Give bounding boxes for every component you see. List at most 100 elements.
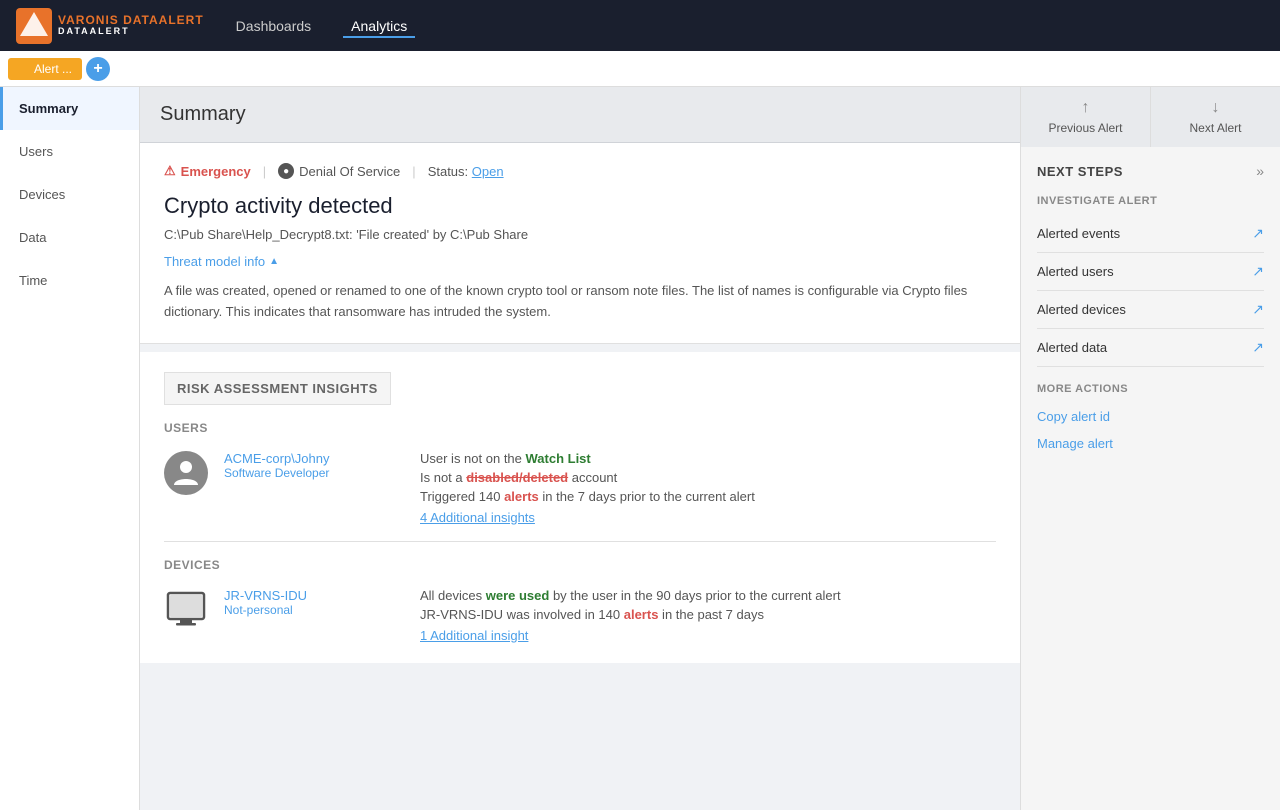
involved-highlight: alerts bbox=[624, 607, 659, 622]
device-used-info: All devices were used by the user in the… bbox=[420, 588, 996, 603]
risk-section-title: RISK ASSESSMENT INSIGHTS bbox=[164, 372, 391, 405]
device-additional-insight[interactable]: 1 Additional insight bbox=[420, 628, 996, 643]
threat-model-arrow-icon: ▲ bbox=[269, 256, 279, 267]
alert-badges-row: Emergency | ● Denial Of Service | Status… bbox=[164, 163, 996, 179]
sidebar-item-devices[interactable]: Devices bbox=[0, 173, 139, 216]
next-steps-title: NEXT STEPS bbox=[1037, 164, 1123, 179]
sidebar-item-summary[interactable]: Summary bbox=[0, 87, 139, 130]
section-divider bbox=[164, 541, 996, 542]
sidebar-item-time[interactable]: Time bbox=[0, 259, 139, 302]
disabled-highlight: disabled/deleted bbox=[466, 470, 568, 485]
external-link-icon-users: ↗ bbox=[1252, 263, 1264, 280]
next-steps-header: NEXT STEPS » bbox=[1037, 163, 1264, 179]
used-highlight: were used bbox=[486, 588, 550, 603]
next-alert-button[interactable]: ↓ Next Alert bbox=[1151, 87, 1280, 147]
involved-post: in the past 7 days bbox=[658, 607, 764, 622]
alerted-events-label: Alerted events bbox=[1037, 226, 1120, 241]
expand-icon[interactable]: » bbox=[1256, 163, 1264, 179]
tab-alert[interactable]: Alert ... bbox=[8, 58, 82, 80]
prev-label: Previous Alert bbox=[1048, 121, 1122, 135]
alert-panel: Emergency | ● Denial Of Service | Status… bbox=[140, 143, 1020, 344]
nav-analytics[interactable]: Analytics bbox=[343, 14, 415, 38]
user-role[interactable]: Software Developer bbox=[224, 466, 404, 480]
alert-type-label: Denial Of Service bbox=[299, 164, 400, 179]
device-name[interactable]: JR-VRNS-IDU bbox=[224, 588, 404, 603]
user-name[interactable]: ACME-corp\Johny bbox=[224, 451, 404, 466]
alert-title: Crypto activity detected bbox=[164, 193, 996, 219]
tab-label: Alert ... bbox=[34, 62, 72, 76]
user-avatar bbox=[164, 451, 208, 495]
nav-dashboards[interactable]: Dashboards bbox=[228, 14, 320, 38]
dos-icon: ● bbox=[278, 163, 294, 179]
copy-alert-id-link[interactable]: Copy alert id bbox=[1037, 403, 1264, 430]
external-link-icon-events: ↗ bbox=[1252, 225, 1264, 242]
alert-path: C:\Pub Share\Help_Decrypt8.txt: 'File cr… bbox=[164, 227, 996, 242]
watchlist-pre: User is not on the bbox=[420, 451, 526, 466]
main-content: Summary Emergency | ● Denial Of Service … bbox=[140, 87, 1020, 810]
alerted-devices-label: Alerted devices bbox=[1037, 302, 1126, 317]
more-actions-label: MORE ACTIONS bbox=[1037, 383, 1264, 395]
status-value[interactable]: Open bbox=[472, 164, 504, 179]
status-prefix: Status: bbox=[428, 164, 468, 179]
next-arrow-icon: ↓ bbox=[1212, 99, 1220, 117]
triggered-info: Triggered 140 alerts in the 7 days prior… bbox=[420, 489, 996, 504]
user-info: ACME-corp\Johny Software Developer bbox=[224, 451, 404, 480]
tab-color-indicator bbox=[18, 64, 28, 74]
user-avatar-icon bbox=[174, 459, 198, 487]
prev-next-buttons: ↑ Previous Alert ↓ Next Alert bbox=[1021, 87, 1280, 147]
sidebar: Summary Users Devices Data Time bbox=[0, 87, 140, 810]
next-steps-alerted-users[interactable]: Alerted users ↗ bbox=[1037, 253, 1264, 291]
manage-alert-link[interactable]: Manage alert bbox=[1037, 430, 1264, 457]
brand-name-bottom: DATAALERT bbox=[58, 27, 204, 37]
users-subsection-title: USERS bbox=[164, 421, 996, 435]
involved-pre: JR-VRNS-IDU was involved in 140 bbox=[420, 607, 624, 622]
threat-description: A file was created, opened or renamed to… bbox=[164, 281, 996, 323]
user-details: User is not on the Watch List Is not a d… bbox=[420, 451, 996, 525]
disabled-info: Is not a disabled/deleted account bbox=[420, 470, 996, 485]
add-tab-button[interactable]: + bbox=[86, 57, 110, 81]
used-pre: All devices bbox=[420, 588, 486, 603]
sidebar-item-data[interactable]: Data bbox=[0, 216, 139, 259]
disabled-post: account bbox=[568, 470, 617, 485]
sidebar-item-users[interactable]: Users bbox=[0, 130, 139, 173]
risk-assessment-section: RISK ASSESSMENT INSIGHTS USERS ACME-corp… bbox=[140, 352, 1020, 663]
badge-sep-2: | bbox=[412, 164, 415, 179]
investigate-label: INVESTIGATE ALERT bbox=[1037, 195, 1264, 207]
used-post: by the user in the 90 days prior to the … bbox=[549, 588, 840, 603]
next-steps-alerted-events[interactable]: Alerted events ↗ bbox=[1037, 215, 1264, 253]
alert-type-badge: ● Denial Of Service bbox=[278, 163, 400, 179]
device-details: All devices were used by the user in the… bbox=[420, 588, 996, 643]
watchlist-highlight: Watch List bbox=[526, 451, 591, 466]
triggered-pre: Triggered 140 bbox=[420, 489, 504, 504]
user-row: ACME-corp\Johny Software Developer User … bbox=[164, 451, 996, 525]
next-steps-alerted-devices[interactable]: Alerted devices ↗ bbox=[1037, 291, 1264, 329]
device-type[interactable]: Not-personal bbox=[224, 603, 404, 617]
alerted-users-label: Alerted users bbox=[1037, 264, 1114, 279]
threat-model-toggle[interactable]: Threat model info ▲ bbox=[164, 254, 996, 269]
user-additional-insights[interactable]: 4 Additional insights bbox=[420, 510, 996, 525]
next-steps-alerted-data[interactable]: Alerted data ↗ bbox=[1037, 329, 1264, 367]
device-row: JR-VRNS-IDU Not-personal All devices wer… bbox=[164, 588, 996, 643]
device-icon bbox=[164, 588, 208, 632]
logo: VARONIS DATAALERT DATAALERT bbox=[16, 8, 204, 44]
summary-header: Summary bbox=[140, 87, 1020, 143]
logo-icon bbox=[16, 8, 52, 44]
next-steps-panel: NEXT STEPS » INVESTIGATE ALERT Alerted e… bbox=[1021, 147, 1280, 473]
prev-arrow-icon: ↑ bbox=[1082, 99, 1090, 117]
monitor-icon bbox=[166, 591, 206, 629]
alerted-data-label: Alerted data bbox=[1037, 340, 1107, 355]
tab-bar: Alert ... + bbox=[0, 51, 1280, 87]
devices-subsection-title: DEVICES bbox=[164, 558, 996, 572]
device-involved-info: JR-VRNS-IDU was involved in 140 alerts i… bbox=[420, 607, 996, 622]
next-label: Next Alert bbox=[1189, 121, 1241, 135]
right-panel: ↑ Previous Alert ↓ Next Alert NEXT STEPS… bbox=[1020, 87, 1280, 810]
external-link-icon-devices: ↗ bbox=[1252, 301, 1264, 318]
external-link-icon-data: ↗ bbox=[1252, 339, 1264, 356]
device-info: JR-VRNS-IDU Not-personal bbox=[224, 588, 404, 617]
emergency-label: Emergency bbox=[181, 164, 251, 179]
triggered-post: in the 7 days prior to the current alert bbox=[539, 489, 755, 504]
previous-alert-button[interactable]: ↑ Previous Alert bbox=[1021, 87, 1151, 147]
badge-sep-1: | bbox=[263, 164, 266, 179]
page-title: Summary bbox=[160, 103, 246, 125]
alert-status: Status: Open bbox=[428, 164, 504, 179]
